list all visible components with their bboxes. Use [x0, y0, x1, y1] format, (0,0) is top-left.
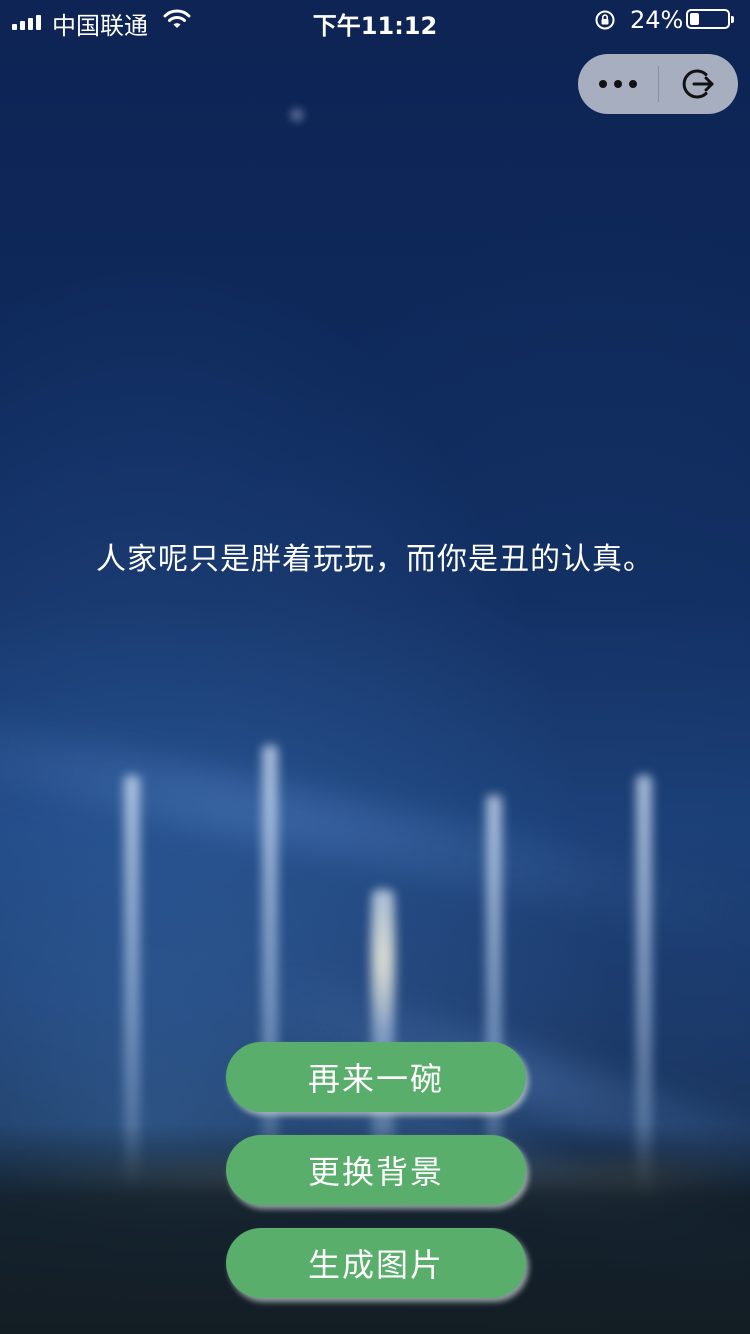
status-bar: 中国联通 下午11:12 24%: [0, 0, 750, 40]
exit-icon: [682, 69, 714, 99]
battery-level-fill: [690, 13, 699, 25]
miniprogram-capsule: [578, 54, 738, 114]
rocket-glow: [368, 880, 398, 1040]
background-image: [0, 0, 750, 1334]
more-button[interactable]: [578, 54, 658, 114]
app-screen: 中国联通 下午11:12 24% 人家呢只是胖着玩玩，而你是丑的认真。 再来一碗…: [0, 0, 750, 1334]
signal-icon: [12, 12, 41, 30]
more-dots-icon: [598, 80, 637, 88]
carrier-name: 中国联通: [52, 12, 148, 40]
tower-silhouette: [262, 745, 278, 1185]
exit-button[interactable]: [659, 54, 739, 114]
wifi-icon: [163, 9, 191, 28]
star-decoration: [290, 108, 304, 122]
quote-text: 人家呢只是胖着玩玩，而你是丑的认真。: [96, 542, 654, 577]
again-button[interactable]: 再来一碗: [226, 1042, 526, 1112]
battery-icon: [686, 9, 734, 29]
rotation-lock-icon: [595, 10, 615, 30]
battery-percent: 24%: [630, 6, 684, 34]
generate-image-button[interactable]: 生成图片: [226, 1228, 526, 1298]
change-background-button[interactable]: 更换背景: [226, 1135, 526, 1205]
